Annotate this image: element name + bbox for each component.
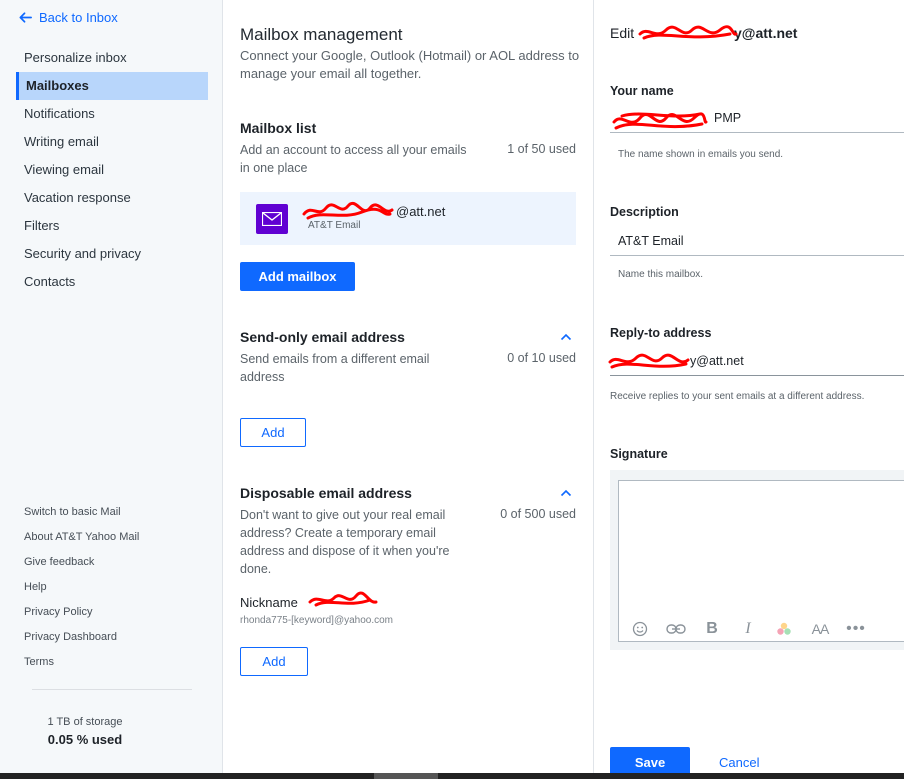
redaction-mark [638,25,738,40]
text-color-icon[interactable] [773,621,795,637]
mailbox-type: AT&T Email [308,220,361,231]
redaction-mark [612,112,708,130]
help-link[interactable]: Help [24,575,139,600]
more-options-icon[interactable]: ••• [845,620,867,637]
signature-toolbar: B I AA ••• [629,620,867,637]
reply-to-hint: Receive replies to your sent emails at a… [610,391,865,402]
disposable-count: 0 of 500 used [500,507,576,521]
italic-icon[interactable]: I [737,620,759,637]
nav-item-vacation-response[interactable]: Vacation response [16,184,208,212]
nav-item-notifications[interactable]: Notifications [16,100,208,128]
nav-item-contacts[interactable]: Contacts [16,268,208,296]
send-only-title: Send-only email address [240,329,405,345]
send-only-description: Send emails from a different email addre… [240,352,430,384]
nickname-label: Nickname [240,595,298,610]
nickname-hint: rhonda775-[keyword]@yahoo.com [240,615,394,626]
settings-nav: Personalize inbox Mailboxes Notification… [16,44,208,296]
description-hint: Name this mailbox. [618,269,704,280]
disposable-description: Don't want to give out your real email a… [240,508,450,576]
send-only-count: 0 of 10 used [507,351,576,365]
storage-capacity: 1 TB of storage [47,716,123,728]
cancel-button[interactable]: Cancel [719,755,759,770]
chevron-up-icon[interactable] [560,333,572,341]
emoji-icon[interactable] [629,621,651,637]
edit-heading-prefix: Edit [610,25,635,41]
add-mailbox-button[interactable]: Add mailbox [240,262,355,291]
back-to-inbox-link[interactable]: Back to Inbox [18,10,118,25]
mailbox-list-count: 1 of 50 used [507,142,576,156]
redaction-mark [308,591,378,607]
add-send-only-button[interactable]: Add [240,418,306,447]
give-feedback-link[interactable]: Give feedback [24,550,139,575]
mailbox-address: @att.net [396,204,446,219]
arrow-left-icon [19,12,32,23]
storage-meter: 1 TB of storage 0.05 % used [32,716,138,747]
page-title: Mailbox management [240,25,403,44]
terms-link[interactable]: Terms [24,650,139,675]
description-label: Description [610,205,679,219]
redaction-mark [608,353,690,369]
taskbar-strip [0,773,904,779]
edit-heading-address: y@att.net [734,25,798,41]
mailbox-list-title: Mailbox list [240,120,317,136]
disposable-title: Disposable email address [240,485,412,501]
add-disposable-button[interactable]: Add [240,647,308,676]
your-name-hint: The name shown in emails you send. [618,149,784,160]
privacy-policy-link[interactable]: Privacy Policy [24,600,139,625]
mailbox-management-panel: Mailbox management Connect your Google, … [224,0,592,773]
nav-item-mailboxes[interactable]: Mailboxes [16,72,208,100]
sidebar-footer-links: Switch to basic Mail About AT&T Yahoo Ma… [24,500,139,675]
mailbox-list-description: Add an account to access all your emails… [240,143,467,175]
sidebar-divider [32,689,192,690]
nav-item-writing-email[interactable]: Writing email [16,128,208,156]
about-link[interactable]: About AT&T Yahoo Mail [24,525,139,550]
nav-item-personalize-inbox[interactable]: Personalize inbox [16,44,208,72]
switch-basic-mail-link[interactable]: Switch to basic Mail [24,500,139,525]
signature-editor[interactable]: B I AA ••• [618,480,904,642]
nav-item-viewing-email[interactable]: Viewing email [16,156,208,184]
page-description: Connect your Google, Outlook (Hotmail) o… [240,48,580,81]
storage-used: 0.05 % used [47,732,123,747]
signature-label: Signature [610,447,668,461]
description-field[interactable]: AT&T Email [610,230,904,256]
reply-to-label: Reply-to address [610,326,712,340]
edit-mailbox-panel: Edit y@att.net Your name PMP The name sh… [593,0,904,777]
redaction-mark [302,202,394,220]
link-icon[interactable] [665,621,687,637]
privacy-dashboard-link[interactable]: Privacy Dashboard [24,625,139,650]
mailbox-item[interactable]: @att.net AT&T Email [240,192,576,245]
mail-icon [256,204,288,234]
your-name-label: Your name [610,84,674,98]
back-to-inbox-label: Back to Inbox [39,10,118,25]
nav-item-filters[interactable]: Filters [16,212,208,240]
settings-sidebar: Back to Inbox Personalize inbox Mailboxe… [0,0,223,773]
bold-icon[interactable]: B [701,620,723,637]
font-size-icon[interactable]: AA [809,621,831,637]
nav-item-security-privacy[interactable]: Security and privacy [16,240,208,268]
chevron-up-icon[interactable] [560,489,572,497]
